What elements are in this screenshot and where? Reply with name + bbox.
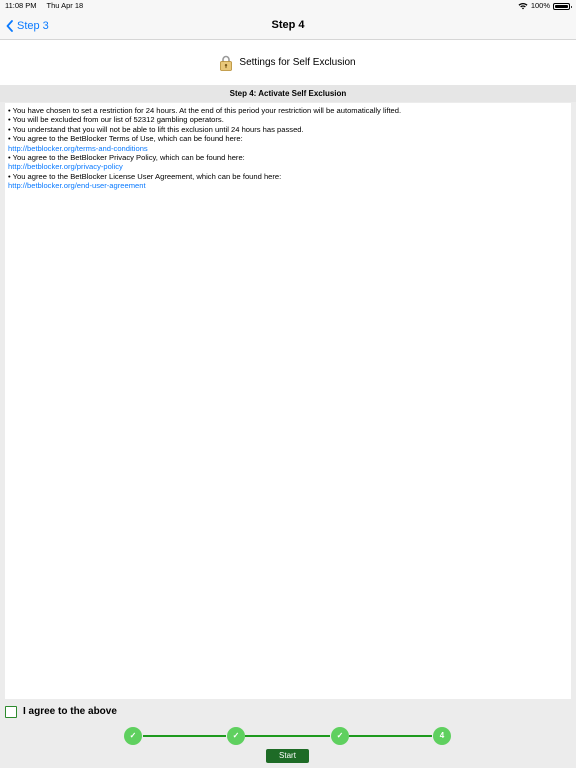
step-4-indicator: 4	[433, 727, 451, 745]
header: Settings for Self Exclusion	[0, 40, 576, 85]
terms-line-license: • You agree to the BetBlocker License Us…	[8, 171, 282, 181]
step-progress: ✓ ✓ ✓ 4	[0, 726, 576, 746]
step-2-check-icon: ✓	[227, 727, 245, 745]
step-3-check-icon: ✓	[331, 727, 349, 745]
wifi-icon	[518, 2, 528, 10]
status-bar: 11:08 PM Thu Apr 18 100%	[0, 0, 576, 12]
progress-connector	[349, 735, 432, 737]
nav-title: Step 4	[271, 19, 305, 31]
navigation-bar: Step 3 Step 4	[0, 12, 576, 40]
page-title: Settings for Self Exclusion	[239, 57, 356, 68]
license-agreement-link[interactable]: http://betblocker.org/end-user-agreement	[8, 181, 567, 190]
battery-percent: 100%	[530, 1, 550, 10]
privacy-policy-link[interactable]: http://betblocker.org/privacy-policy	[8, 162, 567, 171]
terms-line-restriction: • You have chosen to set a restriction f…	[8, 106, 402, 115]
status-time: 11:08 PM	[5, 1, 37, 10]
lock-icon	[220, 55, 233, 71]
status-left: 11:08 PM Thu Apr 18	[5, 0, 91, 12]
progress-connector	[143, 735, 226, 737]
start-button[interactable]: Start	[266, 749, 309, 763]
status-right: 100%	[518, 0, 572, 12]
agree-checkbox[interactable]	[5, 705, 17, 718]
terms-text-area[interactable]: • You have chosen to set a restriction f…	[5, 103, 571, 699]
progress-connector	[245, 735, 330, 737]
step-1-check-icon: ✓	[124, 727, 142, 745]
battery-icon	[553, 3, 572, 10]
agree-label: I agree to the above	[23, 706, 117, 717]
agree-row[interactable]: I agree to the above	[5, 704, 117, 719]
terms-line-privacy: • You agree to the BetBlocker Privacy Po…	[8, 153, 245, 163]
terms-line-understand: • You understand that you will not be ab…	[8, 124, 304, 134]
terms-of-use-link[interactable]: http://betblocker.org/terms-and-conditio…	[8, 144, 567, 153]
status-date: Thu Apr 18	[46, 1, 84, 10]
terms-line-terms-of-use: • You agree to the BetBlocker Terms of U…	[8, 134, 243, 144]
section-heading: Step 4: Activate Self Exclusion	[0, 85, 576, 102]
header-area: Settings for Self Exclusion	[0, 40, 576, 85]
terms-line-excluded: • You will be excluded from our list of …	[8, 115, 224, 125]
